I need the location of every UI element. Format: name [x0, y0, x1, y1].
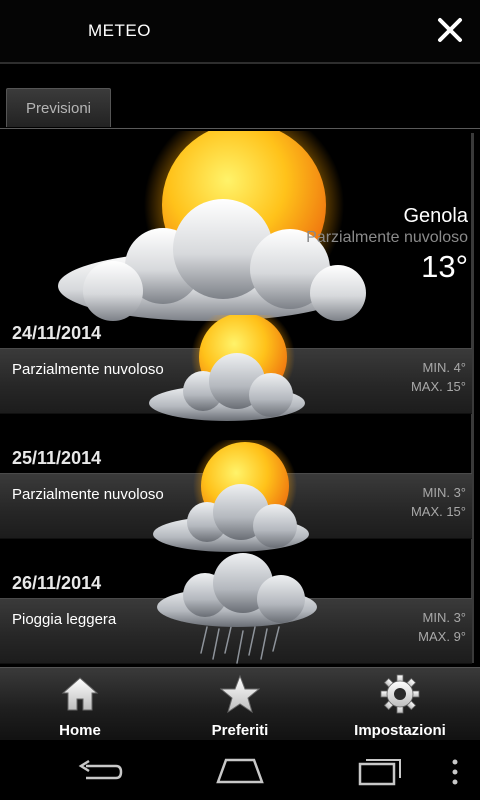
partly-cloudy-icon	[153, 440, 309, 552]
nav-impostazioni-label: Impostazioni	[354, 722, 446, 739]
day-max-temp: MAX. 9°	[418, 629, 466, 644]
partly-cloudy-icon	[149, 315, 305, 421]
day-condition: Parzialmente nuvoloso	[12, 361, 164, 378]
nav-home[interactable]: Home	[0, 668, 160, 741]
star-icon	[220, 674, 260, 714]
app-title: METEO	[88, 21, 151, 40]
nav-home-label: Home	[59, 722, 101, 739]
day-date: 25/11/2014	[12, 448, 102, 468]
day-min-temp: MIN. 4°	[422, 360, 466, 375]
current-condition: Parzialmente nuvoloso	[306, 229, 468, 246]
tab-bar: Previsioni	[0, 64, 480, 129]
day-min-temp: MIN. 3°	[422, 485, 466, 500]
day-date: 24/11/2014	[12, 323, 102, 343]
forecast-panel[interactable]: Genola Parzialmente nuvoloso 13° 24/11/2…	[0, 129, 480, 667]
system-navigation-bar	[0, 740, 480, 800]
light-rain-icon	[157, 553, 317, 664]
nav-preferiti-label: Preferiti	[211, 722, 269, 739]
day-min-temp: MIN. 3°	[422, 610, 466, 625]
nav-impostazioni[interactable]: Impostazioni	[320, 668, 480, 741]
nav-preferiti[interactable]: Preferiti	[160, 668, 320, 741]
bottom-navigation: Home Preferiti Impostazioni	[0, 667, 480, 741]
recent-apps-icon[interactable]	[356, 754, 406, 788]
overflow-menu-icon[interactable]	[448, 758, 462, 786]
back-icon[interactable]	[76, 758, 124, 786]
home-icon	[61, 677, 99, 711]
day-max-temp: MAX. 15°	[410, 504, 466, 519]
current-temperature: 13°	[421, 249, 468, 284]
app-header: METEO	[0, 0, 480, 64]
day-condition: Pioggia leggera	[12, 611, 117, 628]
tab-previsioni[interactable]: Previsioni	[6, 88, 111, 127]
day-max-temp: MAX. 15°	[410, 379, 466, 394]
day-date: 26/11/2014	[12, 573, 102, 593]
home-outline-icon[interactable]	[214, 756, 266, 786]
day-condition: Parzialmente nuvoloso	[12, 486, 164, 503]
gear-icon	[380, 674, 420, 714]
close-icon[interactable]	[432, 12, 468, 48]
current-city: Genola	[403, 205, 469, 227]
